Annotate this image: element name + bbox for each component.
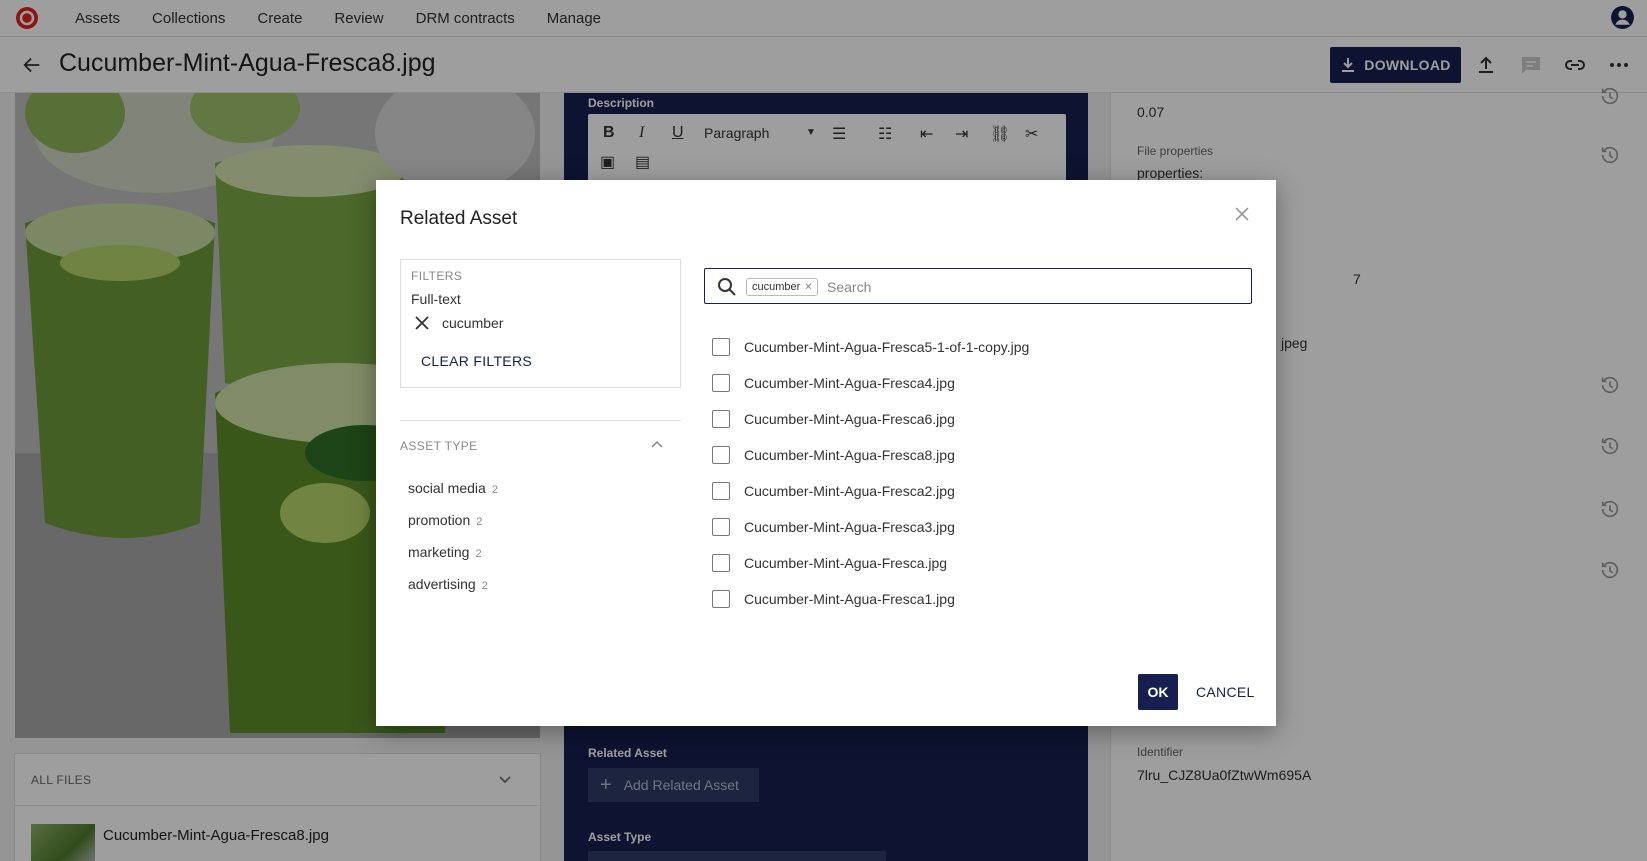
search-tag: cucumber ✕: [746, 278, 818, 296]
filters-box: FILTERS Full-text cucumber CLEAR FILTERS: [400, 259, 681, 388]
checkbox[interactable]: [712, 518, 730, 536]
facet-count: 2: [491, 484, 498, 496]
checkbox[interactable]: [712, 374, 730, 392]
search-tag-label: cucumber: [752, 281, 801, 293]
cancel-button[interactable]: CANCEL: [1196, 684, 1255, 700]
search-icon: [718, 278, 736, 296]
asset-type-facet-header: ASSET TYPE: [400, 439, 478, 453]
result-item[interactable]: Cucumber-Mint-Agua-Fresca6.jpg: [712, 407, 955, 431]
result-item[interactable]: Cucumber-Mint-Agua-Fresca.jpg: [712, 551, 947, 575]
facet-advertising[interactable]: advertising 2: [408, 576, 488, 592]
checkbox[interactable]: [712, 410, 730, 428]
remove-filter-icon[interactable]: [411, 312, 433, 334]
facet-promotion[interactable]: promotion 2: [408, 512, 482, 528]
result-item[interactable]: Cucumber-Mint-Agua-Fresca4.jpg: [712, 371, 955, 395]
result-item[interactable]: Cucumber-Mint-Agua-Fresca1.jpg: [712, 587, 955, 611]
remove-tag-icon[interactable]: ✕: [804, 282, 812, 293]
fulltext-label: Full-text: [411, 291, 461, 307]
checkbox[interactable]: [712, 446, 730, 464]
result-item[interactable]: Cucumber-Mint-Agua-Fresca8.jpg: [712, 443, 955, 467]
result-item[interactable]: Cucumber-Mint-Agua-Fresca3.jpg: [712, 515, 955, 539]
search-box: cucumber ✕: [704, 268, 1252, 304]
facet-count: 2: [476, 516, 483, 528]
facet-social-media[interactable]: social media 2: [408, 480, 498, 496]
clear-filters-button[interactable]: CLEAR FILTERS: [421, 353, 532, 369]
checkbox[interactable]: [712, 590, 730, 608]
ok-button[interactable]: OK: [1138, 674, 1178, 710]
checkbox[interactable]: [712, 338, 730, 356]
facet-marketing[interactable]: marketing 2: [408, 544, 482, 560]
search-input[interactable]: [827, 275, 1237, 299]
facet-count: 2: [475, 548, 482, 560]
filters-header: FILTERS: [411, 269, 463, 283]
facet-count: 2: [481, 580, 488, 592]
checkbox[interactable]: [712, 482, 730, 500]
active-filter-label: cucumber: [442, 315, 504, 331]
result-item[interactable]: Cucumber-Mint-Agua-Fresca5-1-of-1-copy.j…: [712, 335, 1029, 359]
related-asset-dialog: Related Asset FILTERS Full-text cucumber…: [376, 180, 1276, 726]
dialog-title: Related Asset: [400, 208, 518, 229]
divider: [400, 420, 681, 421]
checkbox[interactable]: [712, 554, 730, 572]
chevron-up-icon[interactable]: [650, 438, 664, 452]
close-icon[interactable]: [1232, 204, 1252, 224]
result-item[interactable]: Cucumber-Mint-Agua-Fresca2.jpg: [712, 479, 955, 503]
